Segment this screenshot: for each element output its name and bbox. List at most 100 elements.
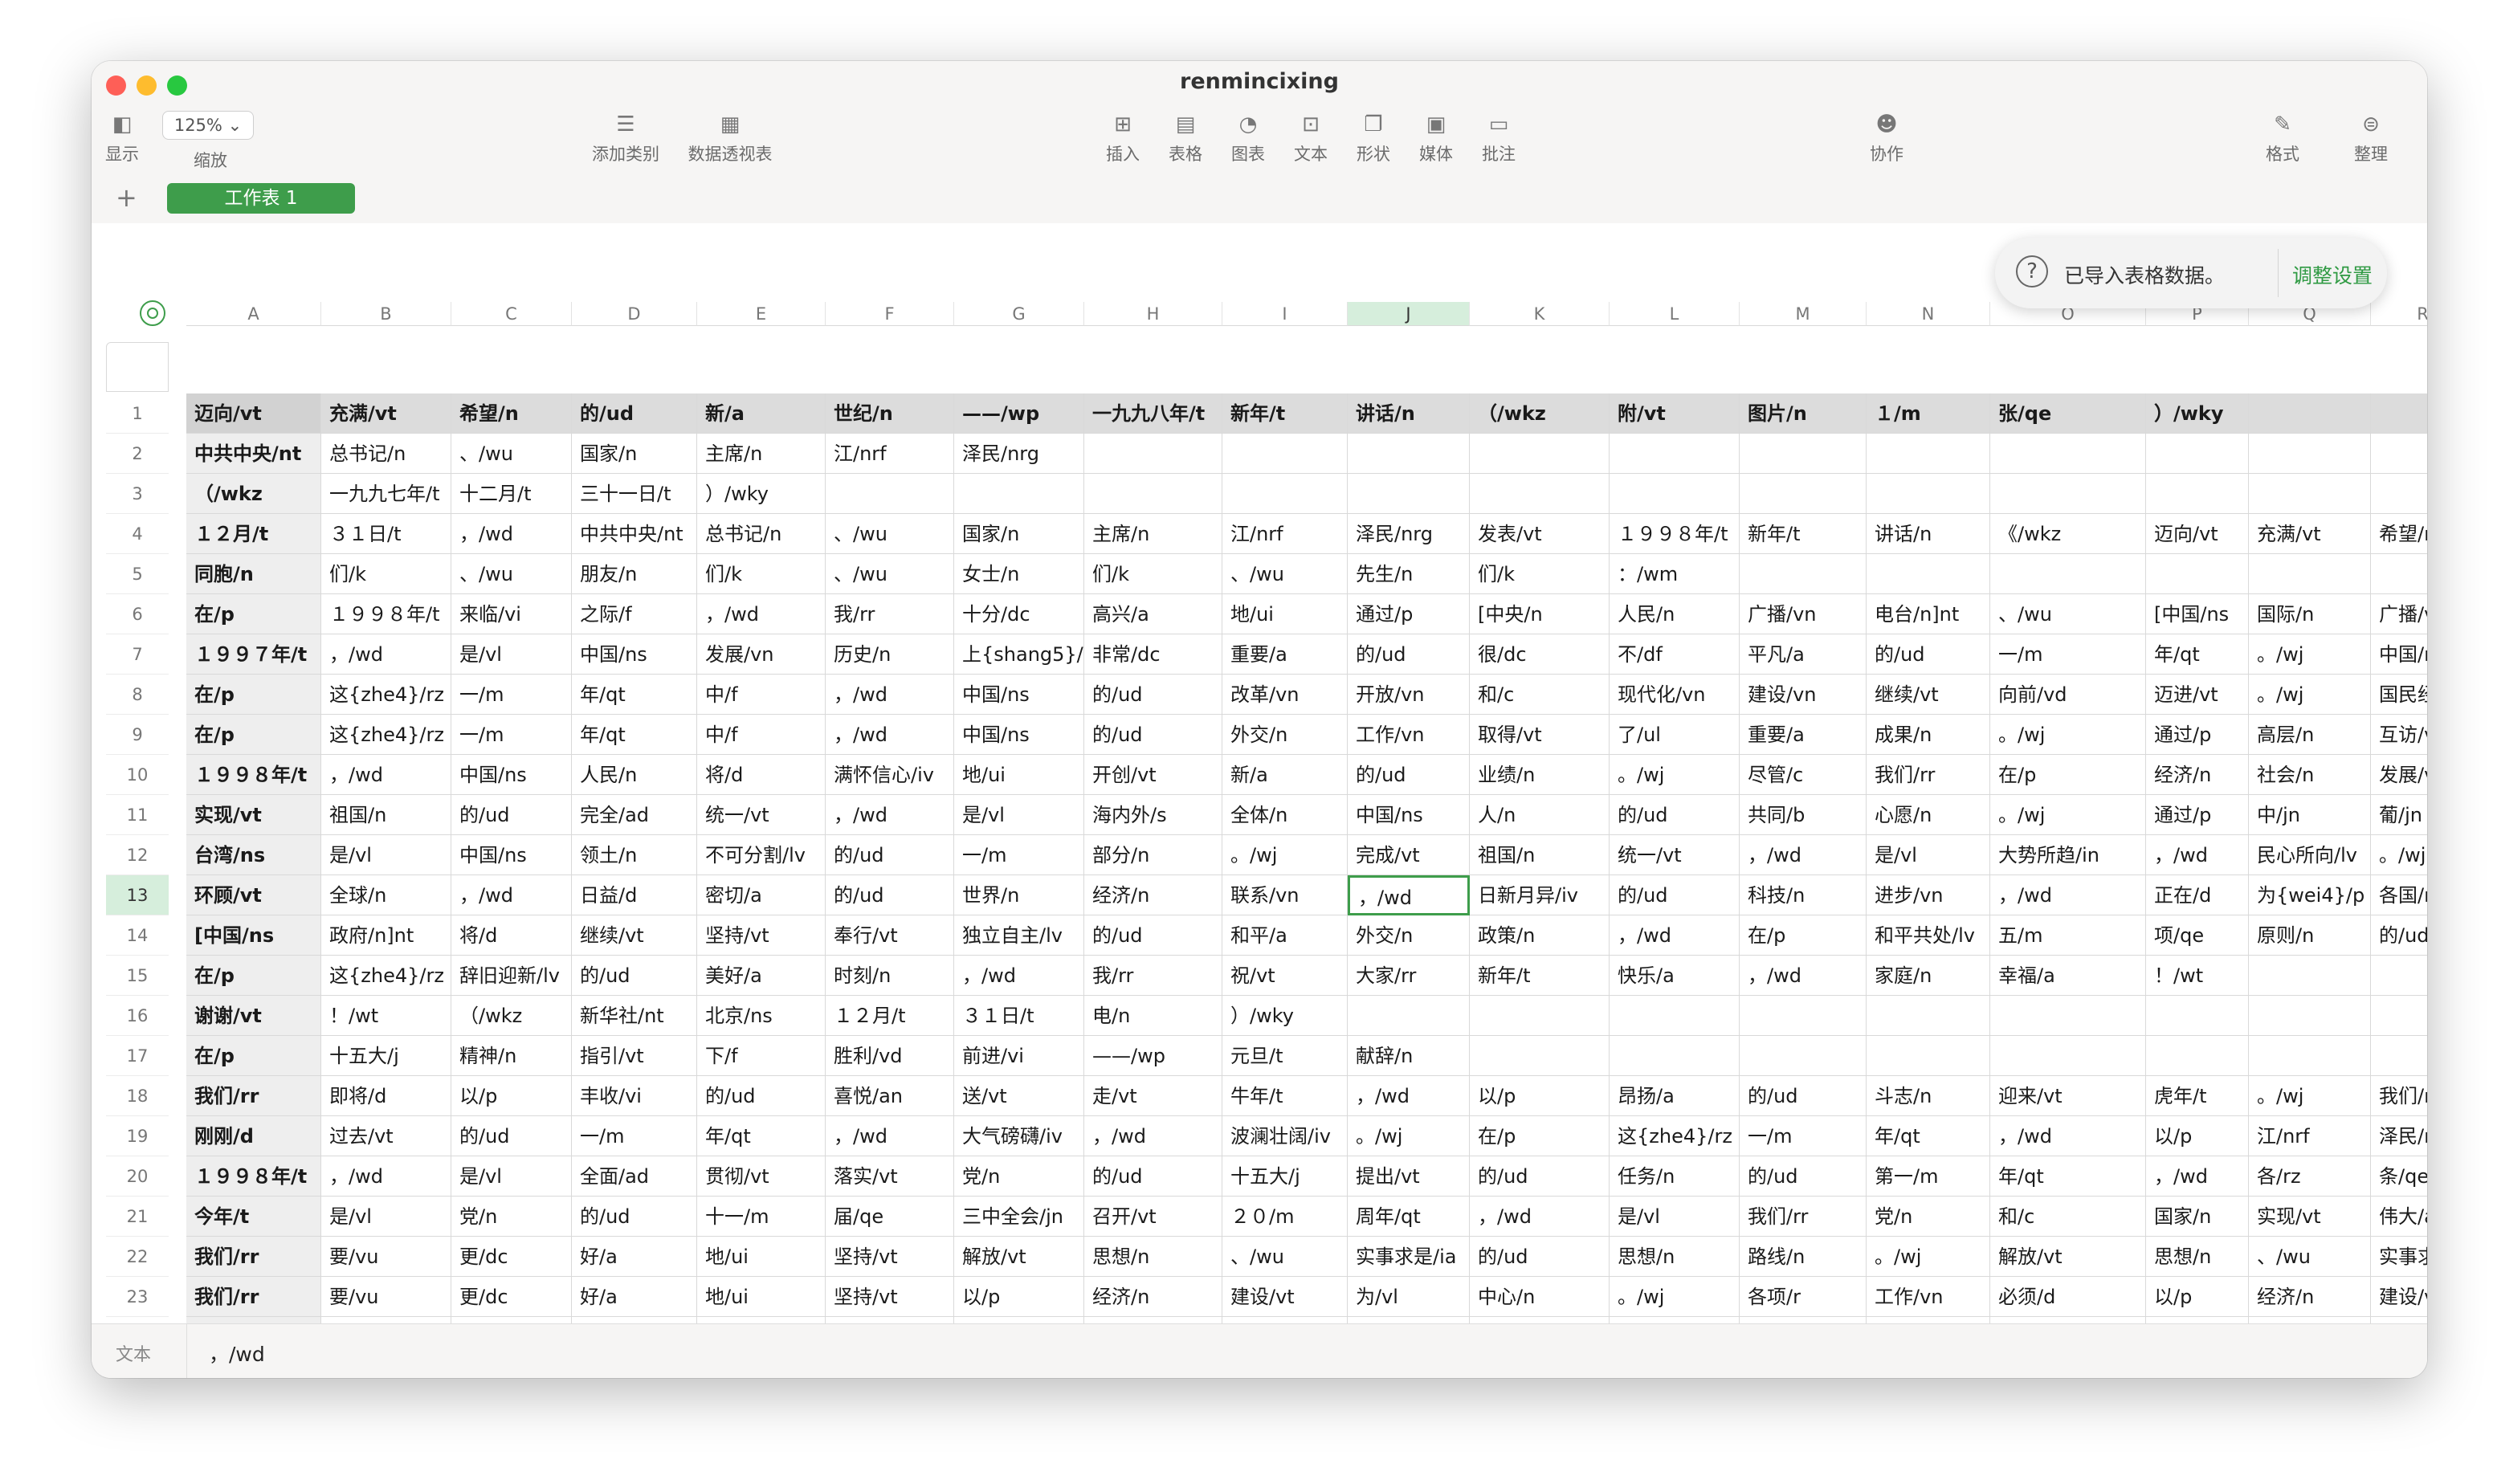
cell-d17[interactable]: 指引/vt xyxy=(572,1036,697,1076)
cell-q9[interactable]: 高层/n xyxy=(2249,715,2371,755)
cell-a17[interactable]: 在/p xyxy=(186,1036,321,1076)
cell-c19[interactable]: 的/ud xyxy=(451,1116,572,1156)
cell-c11[interactable]: 的/ud xyxy=(451,795,572,835)
cell-o24[interactable]: ”/wyy xyxy=(1990,1317,2146,1323)
cell-e12[interactable]: 不可分割/lv xyxy=(697,835,826,875)
cell-m8[interactable]: 建设/vn xyxy=(1740,675,1867,715)
cell-j9[interactable]: 工作/vn xyxy=(1348,715,1470,755)
cell-e1[interactable]: 新/a xyxy=(697,393,826,434)
cell-a19[interactable]: 刚刚/d xyxy=(186,1116,321,1156)
cell-n17[interactable] xyxy=(1867,1036,1990,1076)
cell-r22[interactable]: 实事求是/ia xyxy=(2371,1237,2427,1277)
cell-p4[interactable]: 迈向/vt xyxy=(2146,514,2249,554)
cell-h5[interactable]: 们/k xyxy=(1084,554,1222,594)
cell-n10[interactable]: 我们/rr xyxy=(1867,755,1990,795)
cell-b22[interactable]: 要/vu xyxy=(321,1237,451,1277)
cell-h1[interactable]: 一九九八年/t xyxy=(1084,393,1222,434)
text-button[interactable]: ⊡ 文本 xyxy=(1287,111,1335,165)
cell-d11[interactable]: 完全/ad xyxy=(572,795,697,835)
cell-i24[interactable]: 抓/vt xyxy=(1222,1317,1348,1323)
cell-r19[interactable]: 泽民/nrg xyxy=(2371,1116,2427,1156)
cell-p16[interactable] xyxy=(2146,996,2249,1036)
cell-q2[interactable] xyxy=(2249,434,2371,474)
cell-h8[interactable]: 的/ud xyxy=(1084,675,1222,715)
column-header-r[interactable]: R xyxy=(2371,302,2427,326)
cell-f9[interactable]: ，/wd xyxy=(826,715,954,755)
cell-g3[interactable] xyxy=(954,474,1084,514)
row-header-9[interactable]: 9 xyxy=(106,715,169,755)
cell-h11[interactable]: 海内外/s xyxy=(1084,795,1222,835)
cell-a12[interactable]: 台湾/ns xyxy=(186,835,321,875)
cell-g14[interactable]: 独立自主/lv xyxy=(954,915,1084,956)
cell-q18[interactable]: 。/wj xyxy=(2249,1076,2371,1116)
cell-i6[interactable]: 地/ui xyxy=(1222,594,1348,634)
column-header-j[interactable]: J xyxy=(1348,302,1470,326)
cell-k8[interactable]: 和/c xyxy=(1470,675,1610,715)
cell-m20[interactable]: 的/ud xyxy=(1740,1156,1867,1197)
cell-f16[interactable]: １２月/t xyxy=(826,996,954,1036)
cell-f14[interactable]: 奉行/vt xyxy=(826,915,954,956)
cell-d21[interactable]: 的/ud xyxy=(572,1197,697,1237)
cell-k3[interactable] xyxy=(1470,474,1610,514)
cell-m24[interactable]: 要/vu xyxy=(1740,1317,1867,1323)
cell-i23[interactable]: 建设/vt xyxy=(1222,1277,1348,1317)
cell-r8[interactable]: 国民经济/n xyxy=(2371,675,2427,715)
cell-n22[interactable]: 。/wj xyxy=(1867,1237,1990,1277)
cell-j19[interactable]: 。/wj xyxy=(1348,1116,1470,1156)
cell-d22[interactable]: 好/a xyxy=(572,1237,697,1277)
cell-h20[interactable]: 的/ud xyxy=(1084,1156,1222,1197)
cell-d5[interactable]: 朋友/n xyxy=(572,554,697,594)
cell-r15[interactable] xyxy=(2371,956,2427,996)
cell-g7[interactable]: 上{shang5}/f xyxy=(954,634,1084,675)
cell-c14[interactable]: 将/d xyxy=(451,915,572,956)
cell-f8[interactable]: ，/wd xyxy=(826,675,954,715)
cell-q14[interactable]: 原则/n xyxy=(2249,915,2371,956)
chart-button[interactable]: ◔ 图表 xyxy=(1224,111,1272,165)
cell-n14[interactable]: 和平共处/lv xyxy=(1867,915,1990,956)
comment-button[interactable]: ▭ 批注 xyxy=(1475,111,1523,165)
cell-b3[interactable]: 一九九七年/t xyxy=(321,474,451,514)
cell-l1[interactable]: 附/vt xyxy=(1610,393,1740,434)
column-header-d[interactable]: D xyxy=(572,302,697,326)
cell-k24[interactable]: 两手/n xyxy=(1470,1317,1610,1323)
cell-f6[interactable]: 我/rr xyxy=(826,594,954,634)
cell-i8[interactable]: 改革/vn xyxy=(1222,675,1348,715)
cell-c3[interactable]: 十二月/t xyxy=(451,474,572,514)
cell-k10[interactable]: 业绩/n xyxy=(1470,755,1610,795)
cell-h24[interactable]: 两手/n xyxy=(1084,1317,1222,1323)
cell-j2[interactable] xyxy=(1348,434,1470,474)
tab-sheet-1[interactable]: 工作表 1 xyxy=(167,183,355,214)
cell-h10[interactable]: 开创/vt xyxy=(1084,755,1222,795)
cell-p13[interactable]: 正在/d xyxy=(2146,875,2249,915)
cell-i12[interactable]: 。/wj xyxy=(1222,835,1348,875)
cell-b10[interactable]: ，/wd xyxy=(321,755,451,795)
cell-r18[interactable]: 我们/rr xyxy=(2371,1076,2427,1116)
cell-o17[interactable] xyxy=(1990,1036,2146,1076)
cell-p18[interactable]: 虎年/t xyxy=(2146,1076,2249,1116)
cell-b11[interactable]: 祖国/n xyxy=(321,795,451,835)
cell-l24[interactable]: 都/d xyxy=(1610,1317,1740,1323)
cell-n13[interactable]: 进步/vn xyxy=(1867,875,1990,915)
cell-p17[interactable] xyxy=(2146,1036,2249,1076)
cell-i18[interactable]: 牛年/t xyxy=(1222,1076,1348,1116)
cell-p10[interactable]: 经济/n xyxy=(2146,755,2249,795)
cell-n2[interactable] xyxy=(1867,434,1990,474)
cell-p2[interactable] xyxy=(2146,434,2249,474)
cell-d16[interactable]: 新华社/nt xyxy=(572,996,697,1036)
cell-h13[interactable]: 经济/n xyxy=(1084,875,1222,915)
cell-f21[interactable]: 届/qe xyxy=(826,1197,954,1237)
cell-c20[interactable]: 是/vl xyxy=(451,1156,572,1197)
cell-m12[interactable]: ，/wd xyxy=(1740,835,1867,875)
adjust-settings-button[interactable]: 调整设置 xyxy=(2292,260,2373,289)
cell-h19[interactable]: ，/wd xyxy=(1084,1116,1222,1156)
cell-f12[interactable]: 的/ud xyxy=(826,835,954,875)
cell-a13[interactable]: 环顾/vt xyxy=(186,875,321,915)
cell-i19[interactable]: 波澜壮阔/iv xyxy=(1222,1116,1348,1156)
cell-j20[interactable]: 提出/vt xyxy=(1348,1156,1470,1197)
cell-f10[interactable]: 满怀信心/iv xyxy=(826,755,954,795)
cell-q10[interactable]: 社会/n xyxy=(2249,755,2371,795)
cell-a23[interactable]: 我们/rr xyxy=(186,1277,321,1317)
row-header-2[interactable]: 2 xyxy=(106,434,169,474)
cell-l3[interactable] xyxy=(1610,474,1740,514)
cell-q7[interactable]: 。/wj xyxy=(2249,634,2371,675)
